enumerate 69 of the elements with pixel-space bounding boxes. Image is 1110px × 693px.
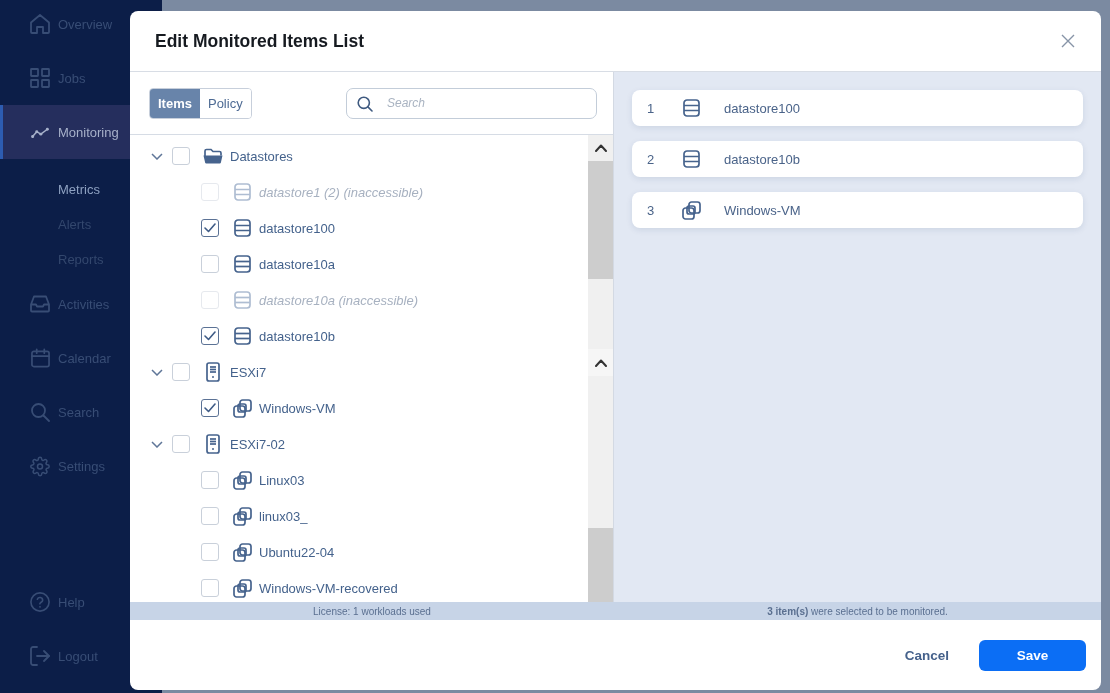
checkbox[interactable] [201,219,219,237]
grid-icon [30,68,50,88]
cancel-button[interactable]: Cancel [884,639,969,671]
checkmark-icon [204,223,216,233]
logout-icon [30,646,50,666]
home-icon [30,14,50,34]
gear-icon [30,455,50,477]
nav-item[interactable]: Monitoring [0,105,130,159]
selected-item-label: Windows-VM [724,202,801,218]
overlapping-squares-icon [232,542,252,562]
checkmark-icon [204,403,216,413]
nav-subitem[interactable]: Metrics [0,172,130,207]
dialog-title: Edit Monitored Items List [155,30,365,52]
tree-item-label: Windows-VM-recovered [259,580,398,596]
item-number: 3 [647,202,656,218]
tree-item-label: Datastores [230,148,293,164]
overlapping-squares-icon [232,506,252,526]
scrollbar-thumb[interactable] [588,528,613,602]
selected-item-label: datastore100 [724,100,800,116]
tree-item-label: Ubuntu22-04 [259,544,335,560]
storage-icon [233,183,251,201]
search-field[interactable]: Search [346,87,597,119]
tree-item-label: Windows-VM [259,400,336,416]
storage-icon [683,99,700,117]
overlapping-squares-icon [232,578,252,598]
tree-item-label: datastore10b [259,328,335,344]
storage-icon [233,291,251,309]
tree-item-label: datastore10a (inaccessible) [259,292,418,308]
search-icon [30,402,50,422]
storage-icon [233,327,251,345]
help-icon [30,592,50,612]
search-icon [357,95,373,112]
scrollbar[interactable] [588,135,613,602]
chevron-down-icon[interactable] [151,368,163,376]
item-number: 1 [647,100,656,116]
storage-icon [683,150,700,168]
tray-icon [30,295,50,313]
tree-item-label: datastore1 (2) (inaccessible) [259,184,424,200]
storage-icon [233,255,251,273]
tree-item-label: datastore100 [259,220,335,236]
checkmark-icon [204,331,216,341]
license-info: License: 1 workloads used [313,605,431,617]
server-tower-icon [206,434,220,454]
line-chart-icon [31,126,49,138]
tree-item-label: Linux03 [259,472,305,488]
scroll-up-icon[interactable] [594,358,607,367]
scrollbar-thumb[interactable] [588,161,613,279]
overlapping-squares-icon [232,470,252,490]
storage-icon [233,219,251,237]
chevron-down-icon[interactable] [151,440,163,448]
close-icon [1061,34,1075,48]
folder-icon [203,148,223,164]
chevron-down-icon[interactable] [151,152,163,160]
checkbox[interactable] [201,327,219,345]
view-tab[interactable]: Items [150,88,200,118]
overlapping-squares-icon [682,200,701,220]
tree-item-label: linux03_ [259,508,308,524]
tree-item-label: ESXi7-02 [230,436,285,452]
calendar-icon [30,348,50,368]
selection-summary: 3 item(s) were selected to be monitored. [767,605,948,617]
tree-item-label: ESXi7 [230,364,267,380]
scroll-up-icon[interactable] [594,144,607,152]
server-tower-icon [206,362,220,382]
item-number: 2 [647,151,656,167]
overlapping-squares-icon [232,398,252,418]
selected-item-label: datastore10b [724,151,800,167]
tree-item-label: datastore10a [259,256,335,272]
save-button[interactable]: Save [979,639,1086,671]
checkbox[interactable] [201,399,219,417]
